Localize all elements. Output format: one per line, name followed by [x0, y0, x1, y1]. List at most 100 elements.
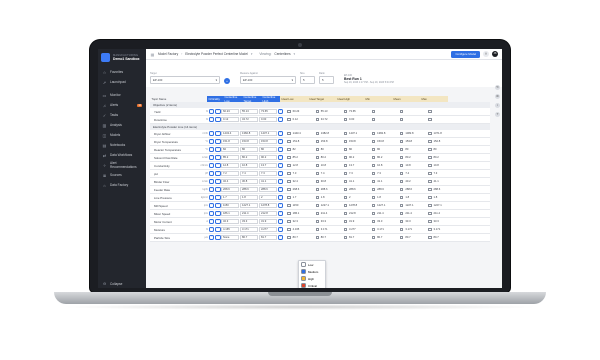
centerline-high-input[interactable]: 212.8: [259, 211, 277, 216]
centerline-target-input[interactable]: 1227.1: [240, 203, 258, 208]
include-checkbox[interactable]: [400, 187, 404, 192]
col-min[interactable]: Min: [364, 95, 392, 102]
distribution-icon[interactable]: ≡: [278, 146, 284, 153]
lock-icon[interactable]: ⌕: [215, 234, 221, 241]
include-checkbox[interactable]: [343, 147, 347, 152]
lock-icon[interactable]: ⌕: [215, 162, 221, 169]
include-checkbox[interactable]: [371, 195, 376, 200]
refresh-icon[interactable]: ↻: [495, 85, 500, 90]
centerline-target-input[interactable]: 3.171: [240, 227, 258, 232]
sidebar-item-data-factory[interactable]: ⌂ Data Factory: [98, 180, 146, 190]
criticality-selector[interactable]: ○ ⌕: [209, 146, 221, 153]
include-checkbox[interactable]: [428, 163, 432, 168]
criticality-option-high[interactable]: High: [299, 275, 325, 282]
sidebar-item-sources[interactable]: ≣ Sources: [98, 170, 146, 180]
include-checkbox[interactable]: [428, 179, 432, 184]
sidebar-item-alerts[interactable]: ♫ Alerts 12: [98, 100, 146, 110]
include-checkbox[interactable]: [428, 109, 432, 114]
include-checkbox[interactable]: [315, 187, 319, 192]
lock-icon[interactable]: ⌕: [215, 130, 221, 137]
include-checkbox[interactable]: [400, 109, 404, 114]
include-checkbox[interactable]: [287, 163, 291, 168]
sidebar-item-favorites[interactable]: ☆ Favorites: [98, 67, 146, 77]
include-checkbox[interactable]: [428, 219, 432, 224]
include-checkbox[interactable]: [400, 195, 404, 200]
include-checkbox[interactable]: [428, 139, 432, 144]
lock-icon[interactable]: ⌕: [215, 108, 221, 115]
distribution-icon[interactable]: ≡: [278, 218, 284, 225]
include-checkbox[interactable]: [315, 109, 319, 114]
col-ideal-high[interactable]: Ideal High: [336, 95, 364, 102]
include-checkbox[interactable]: [428, 147, 432, 152]
criticality-dot-icon[interactable]: ○: [209, 210, 215, 217]
distribution-icon[interactable]: ≡: [278, 210, 284, 217]
centerline-target-input[interactable]: 33.3: [240, 219, 258, 224]
include-checkbox[interactable]: [400, 179, 404, 184]
centerline-low-input[interactable]: 7.2: [221, 171, 239, 176]
include-checkbox[interactable]: [400, 117, 404, 122]
col-ideal-target[interactable]: Ideal Target: [308, 95, 336, 102]
include-checkbox[interactable]: [315, 117, 319, 122]
centerline-low-input[interactable]: 186.1: [221, 211, 239, 216]
sidebar-item-models[interactable]: ◫ Models: [98, 130, 146, 140]
criticality-dot-icon[interactable]: ○: [209, 116, 215, 123]
configure-model-button[interactable]: Configure Model: [451, 50, 480, 58]
include-checkbox[interactable]: [287, 171, 291, 176]
include-checkbox[interactable]: [428, 227, 432, 232]
include-checkbox[interactable]: [371, 203, 376, 208]
centerline-target-input[interactable]: 10.8: [240, 163, 258, 168]
include-checkbox[interactable]: [371, 131, 376, 136]
col-topic-name[interactable]: Topic Name: [150, 96, 207, 102]
include-checkbox[interactable]: [343, 235, 347, 240]
criticality-dot-icon[interactable]: ○: [209, 146, 215, 153]
breadcrumb-current[interactable]: Electrolyte Powder Perfect Centerline Mo…: [185, 52, 248, 56]
sidebar-item-analysis[interactable]: ▥ Analysis: [98, 120, 146, 130]
centerline-high-input[interactable]: 1278.8: [259, 203, 277, 208]
include-checkbox[interactable]: [287, 139, 291, 144]
centerline-low-input[interactable]: 1.7: [221, 195, 239, 200]
lock-icon[interactable]: ⌕: [215, 218, 221, 225]
include-checkbox[interactable]: [287, 195, 291, 200]
include-checkbox[interactable]: [343, 109, 347, 114]
include-checkbox[interactable]: [287, 235, 291, 240]
col-centerline-low[interactable]: Centerline Low: [223, 95, 242, 103]
include-checkbox[interactable]: [343, 171, 347, 176]
criticality-option-critical[interactable]: Critical: [299, 282, 325, 288]
col-centerline-high[interactable]: Centerline High: [261, 95, 280, 103]
centerline-low-input[interactable]: 1150: [221, 203, 239, 208]
avatar[interactable]: JS: [492, 51, 498, 57]
include-checkbox[interactable]: [287, 187, 291, 192]
criticality-dot-icon[interactable]: ○: [209, 234, 215, 241]
include-checkbox[interactable]: [371, 187, 376, 192]
criticality-selector[interactable]: ○ ⌕: [209, 170, 221, 177]
include-checkbox[interactable]: [400, 155, 404, 160]
breadcrumb-root[interactable]: Model Factory: [158, 52, 178, 56]
centerline-target-input[interactable]: 153.8: [240, 139, 258, 144]
include-checkbox[interactable]: [315, 179, 319, 184]
include-checkbox[interactable]: [287, 179, 291, 184]
share-icon[interactable]: ⇪: [483, 51, 489, 57]
centerline-high-input[interactable]: 0.00: [259, 117, 277, 122]
centerline-target-input[interactable]: 1382.8: [240, 131, 258, 136]
centerline-low-input[interactable]: None: [221, 235, 239, 240]
include-checkbox[interactable]: [343, 139, 347, 144]
include-checkbox[interactable]: [371, 117, 376, 122]
distribution-icon[interactable]: ≡: [278, 154, 284, 161]
centerline-high-input[interactable]: 3.277: [259, 227, 277, 232]
sidebar-item-tasks[interactable]: ✓ Tasks: [98, 110, 146, 120]
include-checkbox[interactable]: [315, 219, 319, 224]
include-checkbox[interactable]: [371, 171, 376, 176]
col-max[interactable]: Max: [420, 95, 448, 102]
criticality-selector[interactable]: ○ ⌕: [209, 108, 221, 115]
criticality-selector[interactable]: ○ ⌕: [209, 138, 221, 145]
centerline-target-input[interactable]: 55.13: [240, 109, 258, 114]
centerline-high-input[interactable]: 288.6: [259, 187, 277, 192]
include-checkbox[interactable]: [315, 171, 319, 176]
include-checkbox[interactable]: [428, 155, 432, 160]
distribution-icon[interactable]: ≡: [278, 202, 284, 209]
include-checkbox[interactable]: [287, 203, 291, 208]
include-checkbox[interactable]: [371, 211, 376, 216]
info-icon[interactable]: i: [495, 103, 500, 108]
include-checkbox[interactable]: [315, 227, 319, 232]
distribution-icon[interactable]: ≡: [278, 108, 284, 115]
